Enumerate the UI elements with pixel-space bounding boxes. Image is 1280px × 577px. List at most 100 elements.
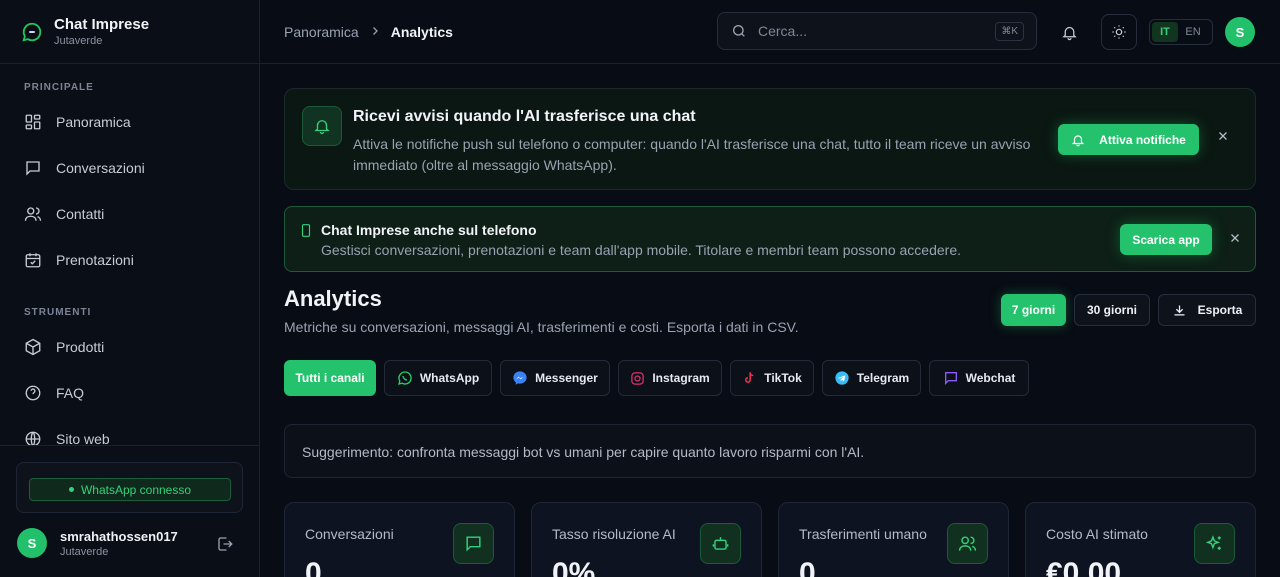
language-switcher: IT EN bbox=[1149, 19, 1213, 45]
box-icon bbox=[25, 338, 41, 356]
sidebar-item-faq[interactable]: FAQ bbox=[0, 370, 259, 416]
chip-label: WhatsApp bbox=[419, 371, 480, 385]
lang-en-button[interactable]: EN bbox=[1178, 26, 1208, 38]
chip-label: Messenger bbox=[535, 371, 598, 385]
avatar: S bbox=[17, 528, 47, 558]
user-name: smrahathossen017 bbox=[60, 528, 178, 544]
enable-notifications-button[interactable]: Attiva notifiche bbox=[1058, 124, 1199, 155]
sidebar-item-panoramica[interactable]: Panoramica bbox=[0, 99, 259, 145]
breadcrumb: Panoramica Analytics bbox=[284, 24, 453, 40]
channel-filter-telegram[interactable]: Telegram bbox=[822, 360, 921, 396]
channel-filter-messenger[interactable]: Messenger bbox=[500, 360, 610, 396]
stat-label: Conversazioni bbox=[305, 526, 394, 542]
tip-box: Suggerimento: confronta messaggi bot vs … bbox=[284, 424, 1256, 478]
range-30-days-button[interactable]: 30 giorni bbox=[1074, 294, 1150, 326]
banner-text: Attiva le notifiche push sul telefono o … bbox=[353, 136, 1031, 173]
messenger-icon bbox=[513, 371, 527, 385]
bell-icon bbox=[302, 106, 342, 146]
sparkles-icon bbox=[1194, 523, 1235, 564]
sidebar-item-contatti[interactable]: Contatti bbox=[0, 191, 259, 237]
channel-filter-tiktok[interactable]: TikTok bbox=[730, 360, 814, 396]
status-dot-icon bbox=[68, 487, 74, 492]
stat-value: 0% bbox=[552, 557, 596, 577]
bell-icon bbox=[1061, 26, 1077, 40]
app-banner-title: Chat Imprese anche sul telefono bbox=[321, 222, 537, 238]
brand-org: Jutaverde bbox=[54, 35, 103, 47]
close-icon[interactable] bbox=[1228, 231, 1242, 250]
sidebar-item-label: Conversazioni bbox=[56, 160, 145, 176]
stat-value: 0 bbox=[305, 557, 322, 577]
breadcrumb-current: Analytics bbox=[390, 24, 453, 40]
chip-label: Telegram bbox=[856, 371, 910, 385]
sidebar-item-label: FAQ bbox=[56, 385, 85, 401]
section-label-tools: STRUMENTI bbox=[24, 307, 92, 318]
chip-label: Webchat bbox=[965, 371, 1016, 385]
search-placeholder: Cerca... bbox=[758, 23, 808, 39]
chip-label: Instagram bbox=[652, 371, 710, 385]
channel-filter-all[interactable]: Tutti i canali bbox=[284, 360, 376, 396]
range-7-days-button[interactable]: 7 giorni bbox=[1001, 294, 1066, 326]
sidebar: Chat Imprese Jutaverde PRINCIPALE Panora… bbox=[0, 0, 260, 577]
user-profile[interactable]: S smrahathossen017 Jutaverde bbox=[17, 528, 178, 558]
whatsapp-icon bbox=[397, 371, 412, 385]
lang-it-button[interactable]: IT bbox=[1152, 22, 1178, 42]
stat-value: €0.00 bbox=[1046, 557, 1122, 577]
push-notification-banner: Ricevi avvisi quando l'AI trasferisce un… bbox=[284, 88, 1256, 190]
telegram-icon bbox=[835, 371, 849, 385]
header-avatar[interactable]: S bbox=[1225, 17, 1255, 47]
channel-filter-instagram[interactable]: Instagram bbox=[618, 360, 722, 396]
calendar-icon bbox=[25, 253, 41, 268]
page-subtitle: Metriche su conversazioni, messaggi AI, … bbox=[284, 319, 799, 335]
sidebar-item-label: Prenotazioni bbox=[56, 252, 134, 268]
tiktok-icon bbox=[745, 372, 754, 383]
enable-notifications-label: Attiva notifiche bbox=[1099, 132, 1186, 147]
whatsapp-status-text: WhatsApp connesso bbox=[80, 482, 192, 497]
webchat-icon bbox=[944, 372, 957, 385]
logout-icon[interactable] bbox=[216, 535, 234, 558]
download-app-button[interactable]: Scarica app bbox=[1120, 224, 1212, 255]
chip-label: TikTok bbox=[764, 371, 802, 385]
close-icon[interactable] bbox=[1216, 129, 1230, 148]
stat-label: Trasferimenti umano bbox=[799, 526, 927, 542]
whatsapp-status-badge: WhatsApp connesso bbox=[29, 478, 231, 501]
brand-name: Chat Imprese bbox=[54, 16, 150, 33]
whatsapp-status-card: WhatsApp connesso bbox=[16, 462, 243, 513]
notifications-button[interactable] bbox=[1051, 14, 1087, 50]
bot-icon bbox=[700, 523, 741, 564]
page-title: Analytics bbox=[284, 286, 382, 311]
sidebar-item-prenotazioni[interactable]: Prenotazioni bbox=[0, 237, 259, 283]
sun-icon bbox=[1112, 25, 1126, 39]
stat-card-tasso-risoluzione: Tasso risoluzione AI 0% bbox=[531, 502, 762, 577]
banner-title: Ricevi avvisi quando l'AI trasferisce un… bbox=[353, 108, 696, 125]
users-icon bbox=[24, 207, 42, 221]
chevron-right-icon bbox=[369, 24, 381, 40]
sidebar-item-prodotti[interactable]: Prodotti bbox=[0, 324, 259, 370]
user-org: Jutaverde bbox=[60, 545, 109, 558]
chat-icon bbox=[453, 523, 494, 564]
stat-value: 0 bbox=[799, 557, 816, 577]
search-input[interactable]: Cerca... ⌘K bbox=[717, 12, 1037, 50]
theme-toggle-button[interactable] bbox=[1101, 14, 1137, 50]
mobile-app-banner: Chat Imprese anche sul telefono Gestisci… bbox=[284, 206, 1256, 272]
chat-logo-icon bbox=[20, 20, 44, 44]
brand[interactable]: Chat Imprese Jutaverde bbox=[0, 0, 259, 64]
channel-filter-whatsapp[interactable]: WhatsApp bbox=[384, 360, 492, 396]
export-label: Esporta bbox=[1197, 303, 1243, 317]
app-banner-text: Gestisci conversazioni, prenotazioni e t… bbox=[321, 242, 961, 258]
breadcrumb-link-panoramica[interactable]: Panoramica bbox=[284, 24, 359, 40]
smartphone-icon bbox=[299, 222, 313, 244]
section-label-main: PRINCIPALE bbox=[24, 82, 94, 93]
export-button[interactable]: Esporta bbox=[1158, 294, 1256, 326]
grid-icon bbox=[25, 114, 41, 130]
sidebar-item-label: Panoramica bbox=[56, 114, 131, 130]
instagram-icon bbox=[631, 371, 645, 385]
sidebar-item-label: Contatti bbox=[56, 206, 105, 222]
stat-card-costo-ai: Costo AI stimato €0.00 bbox=[1025, 502, 1256, 577]
sidebar-item-conversazioni[interactable]: Conversazioni bbox=[0, 145, 259, 191]
users-icon bbox=[947, 523, 988, 564]
channel-filter-webchat[interactable]: Webchat bbox=[929, 360, 1029, 396]
bell-icon bbox=[1072, 134, 1085, 146]
top-bar: Panoramica Analytics Cerca... ⌘K IT EN S bbox=[260, 0, 1280, 64]
help-icon bbox=[25, 385, 41, 401]
download-icon bbox=[1174, 305, 1185, 315]
